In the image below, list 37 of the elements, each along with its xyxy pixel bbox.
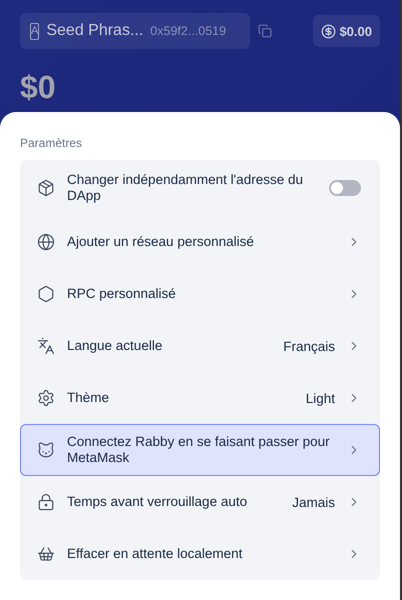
account-address: 0x59f2...0519 — [150, 24, 226, 38]
item-value: Light — [306, 390, 335, 406]
item-label: Connectez Rabby en se faisant passer pour MetaMask — [67, 434, 331, 466]
dollar-icon — [321, 24, 336, 38]
gear-icon — [37, 389, 55, 407]
item-label: Effacer en attente localement — [67, 546, 244, 562]
settings-item[interactable]: Temps avant verrouillage auto Jamais — [20, 476, 380, 528]
settings-item[interactable]: RPC personnalisé — [20, 268, 380, 320]
language-icon — [37, 337, 55, 355]
balance-button[interactable]: $0.00 — [313, 15, 380, 47]
cat-icon — [37, 441, 55, 459]
settings-item[interactable]: Thème Light — [20, 372, 380, 424]
copy-icon[interactable] — [258, 24, 272, 38]
total-balance: $0 — [20, 69, 57, 106]
settings-item[interactable]: Effacer en attente localement — [20, 528, 380, 580]
hexagon-icon — [37, 285, 55, 303]
settings-item[interactable]: Langue actuelle Français — [20, 320, 380, 372]
item-label: Temps avant verrouillage auto — [67, 494, 248, 510]
toggle-switch[interactable] — [329, 180, 361, 196]
section-title: Paramètres — [20, 136, 84, 150]
globe-icon — [37, 233, 55, 251]
item-label: Ajouter un réseau personnalisé — [67, 234, 255, 250]
box-icon — [37, 179, 55, 197]
account-name: Seed Phras... — [46, 22, 144, 40]
item-label: Thème — [67, 390, 110, 406]
item-label: Langue actuelle — [67, 338, 164, 354]
settings-item[interactable]: Ajouter un réseau personnalisé — [20, 216, 380, 268]
lock-icon — [37, 493, 55, 511]
settings-item[interactable]: Changer indépendamment l'adresse du DApp — [20, 160, 380, 216]
account-badge: A — [30, 22, 40, 40]
item-label: RPC personnalisé — [67, 286, 177, 302]
item-value: Jamais — [292, 494, 335, 510]
account-selector[interactable]: A Seed Phras... 0x59f2...0519 — [20, 13, 250, 49]
item-label: Changer indépendamment l'adresse du DApp — [67, 172, 304, 204]
item-value: Français — [283, 338, 335, 354]
basket-icon — [37, 545, 55, 563]
settings-item[interactable]: Connectez Rabby en se faisant passer pour MetaMask — [20, 424, 380, 476]
